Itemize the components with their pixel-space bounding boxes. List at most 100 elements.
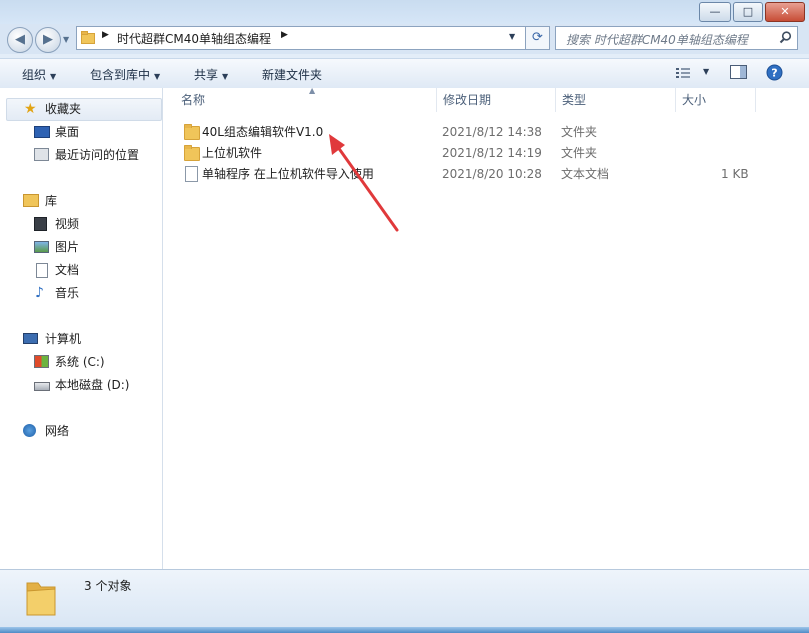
command-toolbar: 组织 ▼ 包含到库中 ▼ 共享 ▼ 新建文件夹 ▼ ? [0,58,809,89]
text-document-icon [185,166,198,182]
forward-button[interactable]: ▶ [35,27,61,53]
sort-ascending-icon: ▲ [309,86,316,95]
sidebar-item-label: 库 [45,194,58,208]
pictures-icon [34,241,49,253]
column-header-size[interactable]: 大小 [676,88,756,112]
column-header-modified[interactable]: 修改日期 [437,88,556,112]
caret-down-icon: ▼ [50,72,57,81]
sidebar-item-label: 图片 [55,240,80,254]
libraries-icon [23,194,39,207]
search-icon[interactable] [779,31,792,44]
item-count: 3 个对象 [84,579,132,593]
column-header-name[interactable]: 名称 ▲ [175,86,437,112]
file-type: 文本文档 [561,167,610,181]
sidebar-item-music[interactable]: ♪ 音乐 [0,283,160,303]
file-modified: 2021/8/12 14:38 [442,125,542,139]
caret-down-icon: ▼ [222,72,229,81]
sidebar-item-documents[interactable]: 文档 [0,260,160,280]
column-header-label: 名称 [181,93,206,107]
include-in-library-menu[interactable]: 包含到库中 ▼ [90,66,160,83]
help-icon[interactable]: ? [766,64,783,81]
folder-icon [184,124,200,140]
back-button[interactable]: ◀ [7,27,33,53]
sidebar-item-pictures[interactable]: 图片 [0,237,160,257]
file-name: 40L组态编辑软件V1.0 [202,125,324,139]
refresh-icon: ⟳ [532,30,543,45]
sidebar-item-network[interactable]: 网络 [0,421,160,441]
close-button[interactable]: ✕ [765,2,805,22]
file-row[interactable]: 单轴程序 在上位机软件导入使用 2021/8/20 10:28 文本文档 1 K… [163,164,809,184]
sidebar-item-label: 文档 [55,263,80,277]
file-modified: 2021/8/20 10:28 [442,167,542,181]
sidebar-item-label: 桌面 [55,125,80,139]
back-arrow-icon: ◀ [15,32,25,47]
caret-down-icon: ▼ [703,67,710,76]
details-pane: 3 个对象 [0,569,809,628]
sidebar-item-desktop[interactable]: 桌面 [0,122,160,142]
sidebar-item-drive-c[interactable]: 系统 (C:) [0,352,160,372]
video-icon [34,217,47,231]
sidebar-item-label: 音乐 [55,286,80,300]
title-bar: — □ ✕ [0,0,809,24]
address-bar[interactable]: ▶ 时代超群CM40单轴组态编程 ▶ ▼ [76,26,526,50]
file-name: 上位机软件 [202,146,263,160]
folder-icon [81,31,95,44]
file-row[interactable]: 40L组态编辑软件V1.0 2021/8/12 14:38 文件夹 [163,122,809,142]
sidebar-item-label: 收藏夹 [45,102,82,116]
change-view-button[interactable]: ▼ [675,67,709,82]
folder-icon [184,145,200,161]
sidebar-item-label: 网络 [45,424,70,438]
recent-places-icon [34,148,49,161]
file-type: 文件夹 [561,125,598,139]
music-note-icon: ♪ [35,285,44,301]
share-menu[interactable]: 共享 ▼ [194,66,228,83]
view-list-icon [676,68,690,78]
sidebar-item-computer[interactable]: 计算机 [0,329,160,349]
computer-icon [23,333,38,344]
forward-arrow-icon: ▶ [43,32,53,47]
system-drive-icon [34,355,49,368]
explorer-window: — □ ✕ ◀ ▶ ▼ ▶ 时代超群CM40单轴组态编程 ▶ ▼ ⟳ 搜索 时代… [0,0,809,628]
documents-icon [36,263,48,278]
breadcrumb-separator-icon: ▶ [102,30,109,40]
annotation-arrow-icon [329,134,399,232]
hard-drive-icon [34,382,50,391]
minimize-button[interactable]: — [699,2,731,22]
breadcrumb-item[interactable]: 时代超群CM40单轴组态编程 [117,30,271,47]
organize-menu[interactable]: 组织 ▼ [22,66,56,83]
star-icon: ★ [24,101,37,117]
refresh-button[interactable]: ⟳ [525,26,550,50]
sidebar-item-label: 最近访问的位置 [55,148,140,162]
caret-down-icon: ▼ [154,72,161,81]
sidebar-item-recent-places[interactable]: 最近访问的位置 [0,145,160,165]
search-box[interactable]: 搜索 时代超群CM40单轴组态编程 [555,26,798,50]
file-modified: 2021/8/12 14:19 [442,146,542,160]
preview-pane-icon[interactable] [730,65,748,80]
folder-icon [26,582,56,616]
file-list: 名称 ▲ 修改日期 类型 大小 40L组态编辑软件V1.0 2021/8/12 … [163,86,809,569]
organize-label: 组织 [22,68,47,82]
sidebar-item-libraries[interactable]: 库 [0,191,160,211]
taskbar-edge [0,627,809,633]
sidebar-item-videos[interactable]: 视频 [0,214,160,234]
address-history-dropdown[interactable]: ▼ [509,32,515,41]
desktop-icon [34,126,50,138]
search-placeholder: 搜索 时代超群CM40单轴组态编程 [566,33,748,47]
share-label: 共享 [194,68,219,82]
sidebar-item-favorites[interactable]: ★ 收藏夹 [6,98,162,121]
column-header-type[interactable]: 类型 [556,88,676,112]
sidebar-item-label: 计算机 [45,332,82,346]
recent-pages-dropdown[interactable]: ▼ [63,35,69,44]
sidebar-item-label: 本地磁盘 (D:) [55,378,130,392]
file-type: 文件夹 [561,146,598,160]
breadcrumb-separator-icon: ▶ [281,30,288,40]
file-size: 1 KB [721,167,749,181]
sidebar-item-drive-d[interactable]: 本地磁盘 (D:) [0,375,160,395]
svg-text:?: ? [771,67,777,80]
file-row[interactable]: 上位机软件 2021/8/12 14:19 文件夹 [163,143,809,163]
network-icon [23,424,36,437]
sidebar-item-label: 视频 [55,217,80,231]
navigation-pane: ★ 收藏夹 桌面 最近访问的位置 库 视频 图片 文档 ♪ 音乐 计算机 系统 … [0,88,163,569]
sidebar-item-label: 系统 (C:) [55,355,105,369]
maximize-button[interactable]: □ [733,2,763,22]
